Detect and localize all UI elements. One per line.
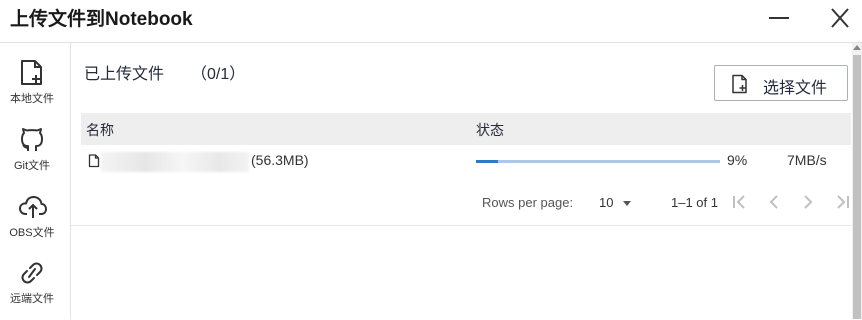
github-icon (21, 128, 43, 151)
upload-speed: 7MB/s (787, 152, 827, 168)
rows-per-page-value: 10 (599, 195, 614, 210)
table-row: (56.3MB) 9% 7MB/s (81, 145, 851, 179)
upload-progress-fill (476, 160, 498, 163)
column-header-status: 状态 (476, 122, 504, 138)
sidebar-item-label: 远端文件 (10, 293, 54, 305)
column-header-name: 名称 (86, 122, 114, 138)
pagination-range: 1–1 of 1 (671, 195, 718, 210)
upload-progress-bar (476, 160, 720, 163)
first-page-icon (733, 195, 745, 209)
scrollbar-thumb[interactable] (853, 55, 861, 319)
select-file-button[interactable]: 选择文件 (714, 65, 848, 101)
dialog-title: 上传文件到Notebook (10, 9, 193, 30)
upload-source-sidebar: 本地文件 Git文件 OBS文件 远端文件 (0, 43, 71, 319)
scroll-up-arrow-icon[interactable] (853, 45, 861, 50)
next-page-button[interactable] (797, 191, 819, 213)
link-icon (21, 262, 43, 284)
last-page-button[interactable] (831, 191, 853, 213)
sidebar-item-obs-file[interactable]: OBS文件 (0, 192, 70, 254)
chevron-right-icon (804, 195, 813, 209)
close-button[interactable] (826, 6, 854, 30)
sidebar-item-label: 本地文件 (10, 93, 54, 105)
sidebar-item-git-file[interactable]: Git文件 (0, 125, 70, 187)
cloud-upload-icon (19, 196, 47, 218)
vertical-scrollbar[interactable] (852, 43, 862, 319)
previous-page-button[interactable] (763, 191, 785, 213)
upload-panel: 已上传文件 （0/1） 选择文件 名称 状态 (56.3MB) 9% 7MB/s… (71, 43, 851, 319)
file-add-icon (732, 74, 747, 94)
file-name-redacted (101, 152, 249, 172)
minimize-button[interactable] (765, 6, 793, 30)
sidebar-item-local-file[interactable]: 本地文件 (0, 58, 70, 120)
file-icon (88, 154, 100, 168)
uploaded-files-title: 已上传文件 (84, 66, 165, 83)
select-file-button-label: 选择文件 (763, 80, 828, 97)
rows-per-page-select[interactable]: 10 (599, 193, 639, 213)
minimize-icon (769, 17, 789, 19)
rows-per-page-label: Rows per page: (482, 195, 574, 210)
sidebar-item-remote-file[interactable]: 远端文件 (0, 258, 70, 320)
table-header: 名称 状态 (81, 113, 851, 145)
uploaded-files-count: （0/1） (191, 66, 246, 83)
caret-down-icon (623, 201, 631, 206)
first-page-button[interactable] (729, 191, 751, 213)
file-size: (56.3MB) (251, 152, 309, 168)
local-file-add-icon (21, 60, 42, 85)
last-page-icon (837, 195, 849, 209)
table-pagination: Rows per page: 10 1–1 of 1 (71, 179, 851, 226)
sidebar-item-label: OBS文件 (9, 227, 55, 239)
sidebar-item-label: Git文件 (13, 160, 51, 172)
title-bar: 上传文件到Notebook (0, 0, 862, 43)
chevron-left-icon (769, 195, 778, 209)
close-icon (831, 8, 849, 28)
upload-progress-percent: 9% (727, 152, 748, 168)
